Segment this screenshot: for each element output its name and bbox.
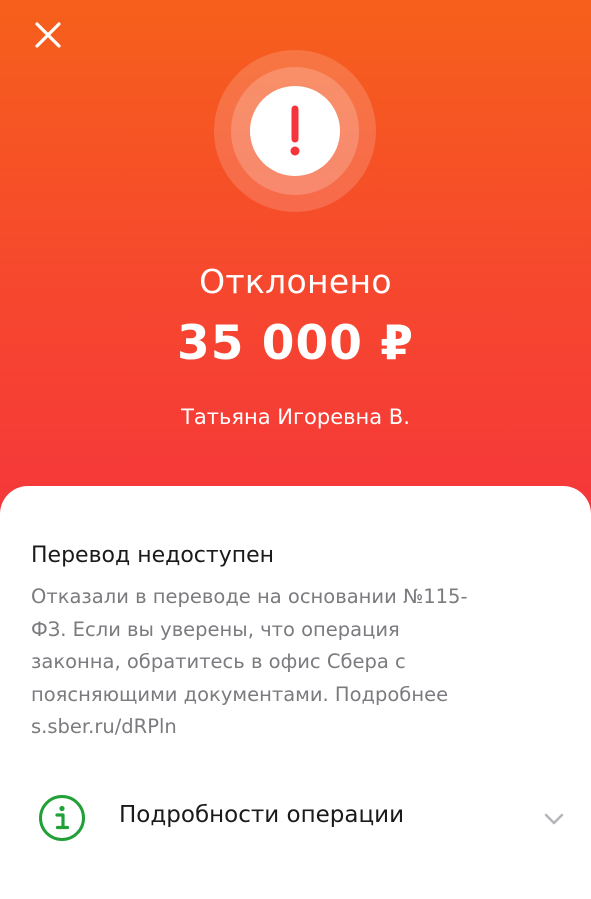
- notice-title: Перевод недоступен: [31, 543, 275, 568]
- info-icon: [39, 795, 85, 841]
- operation-details-label: Подробности операции: [119, 802, 405, 828]
- status-indicator: [214, 50, 376, 212]
- close-button[interactable]: [30, 17, 66, 53]
- details-sheet: Перевод недоступен Отказали в переводе н…: [0, 486, 591, 899]
- operation-details-button[interactable]: Подробности операции: [0, 788, 591, 852]
- close-icon: [35, 22, 61, 48]
- notice-text: Отказали в переводе на основании №115- Ф…: [31, 585, 468, 738]
- status-title: Отклонено: [199, 262, 392, 301]
- recipient-name: Татьяна Игоревна В.: [181, 405, 410, 429]
- chevron-down-icon: [544, 813, 564, 825]
- exclamation-icon: [290, 105, 300, 156]
- status-header: Отклонено 35 000 ₽ Татьяна Игоревна В.: [0, 0, 591, 560]
- transfer-amount: 35 000 ₽: [177, 316, 414, 371]
